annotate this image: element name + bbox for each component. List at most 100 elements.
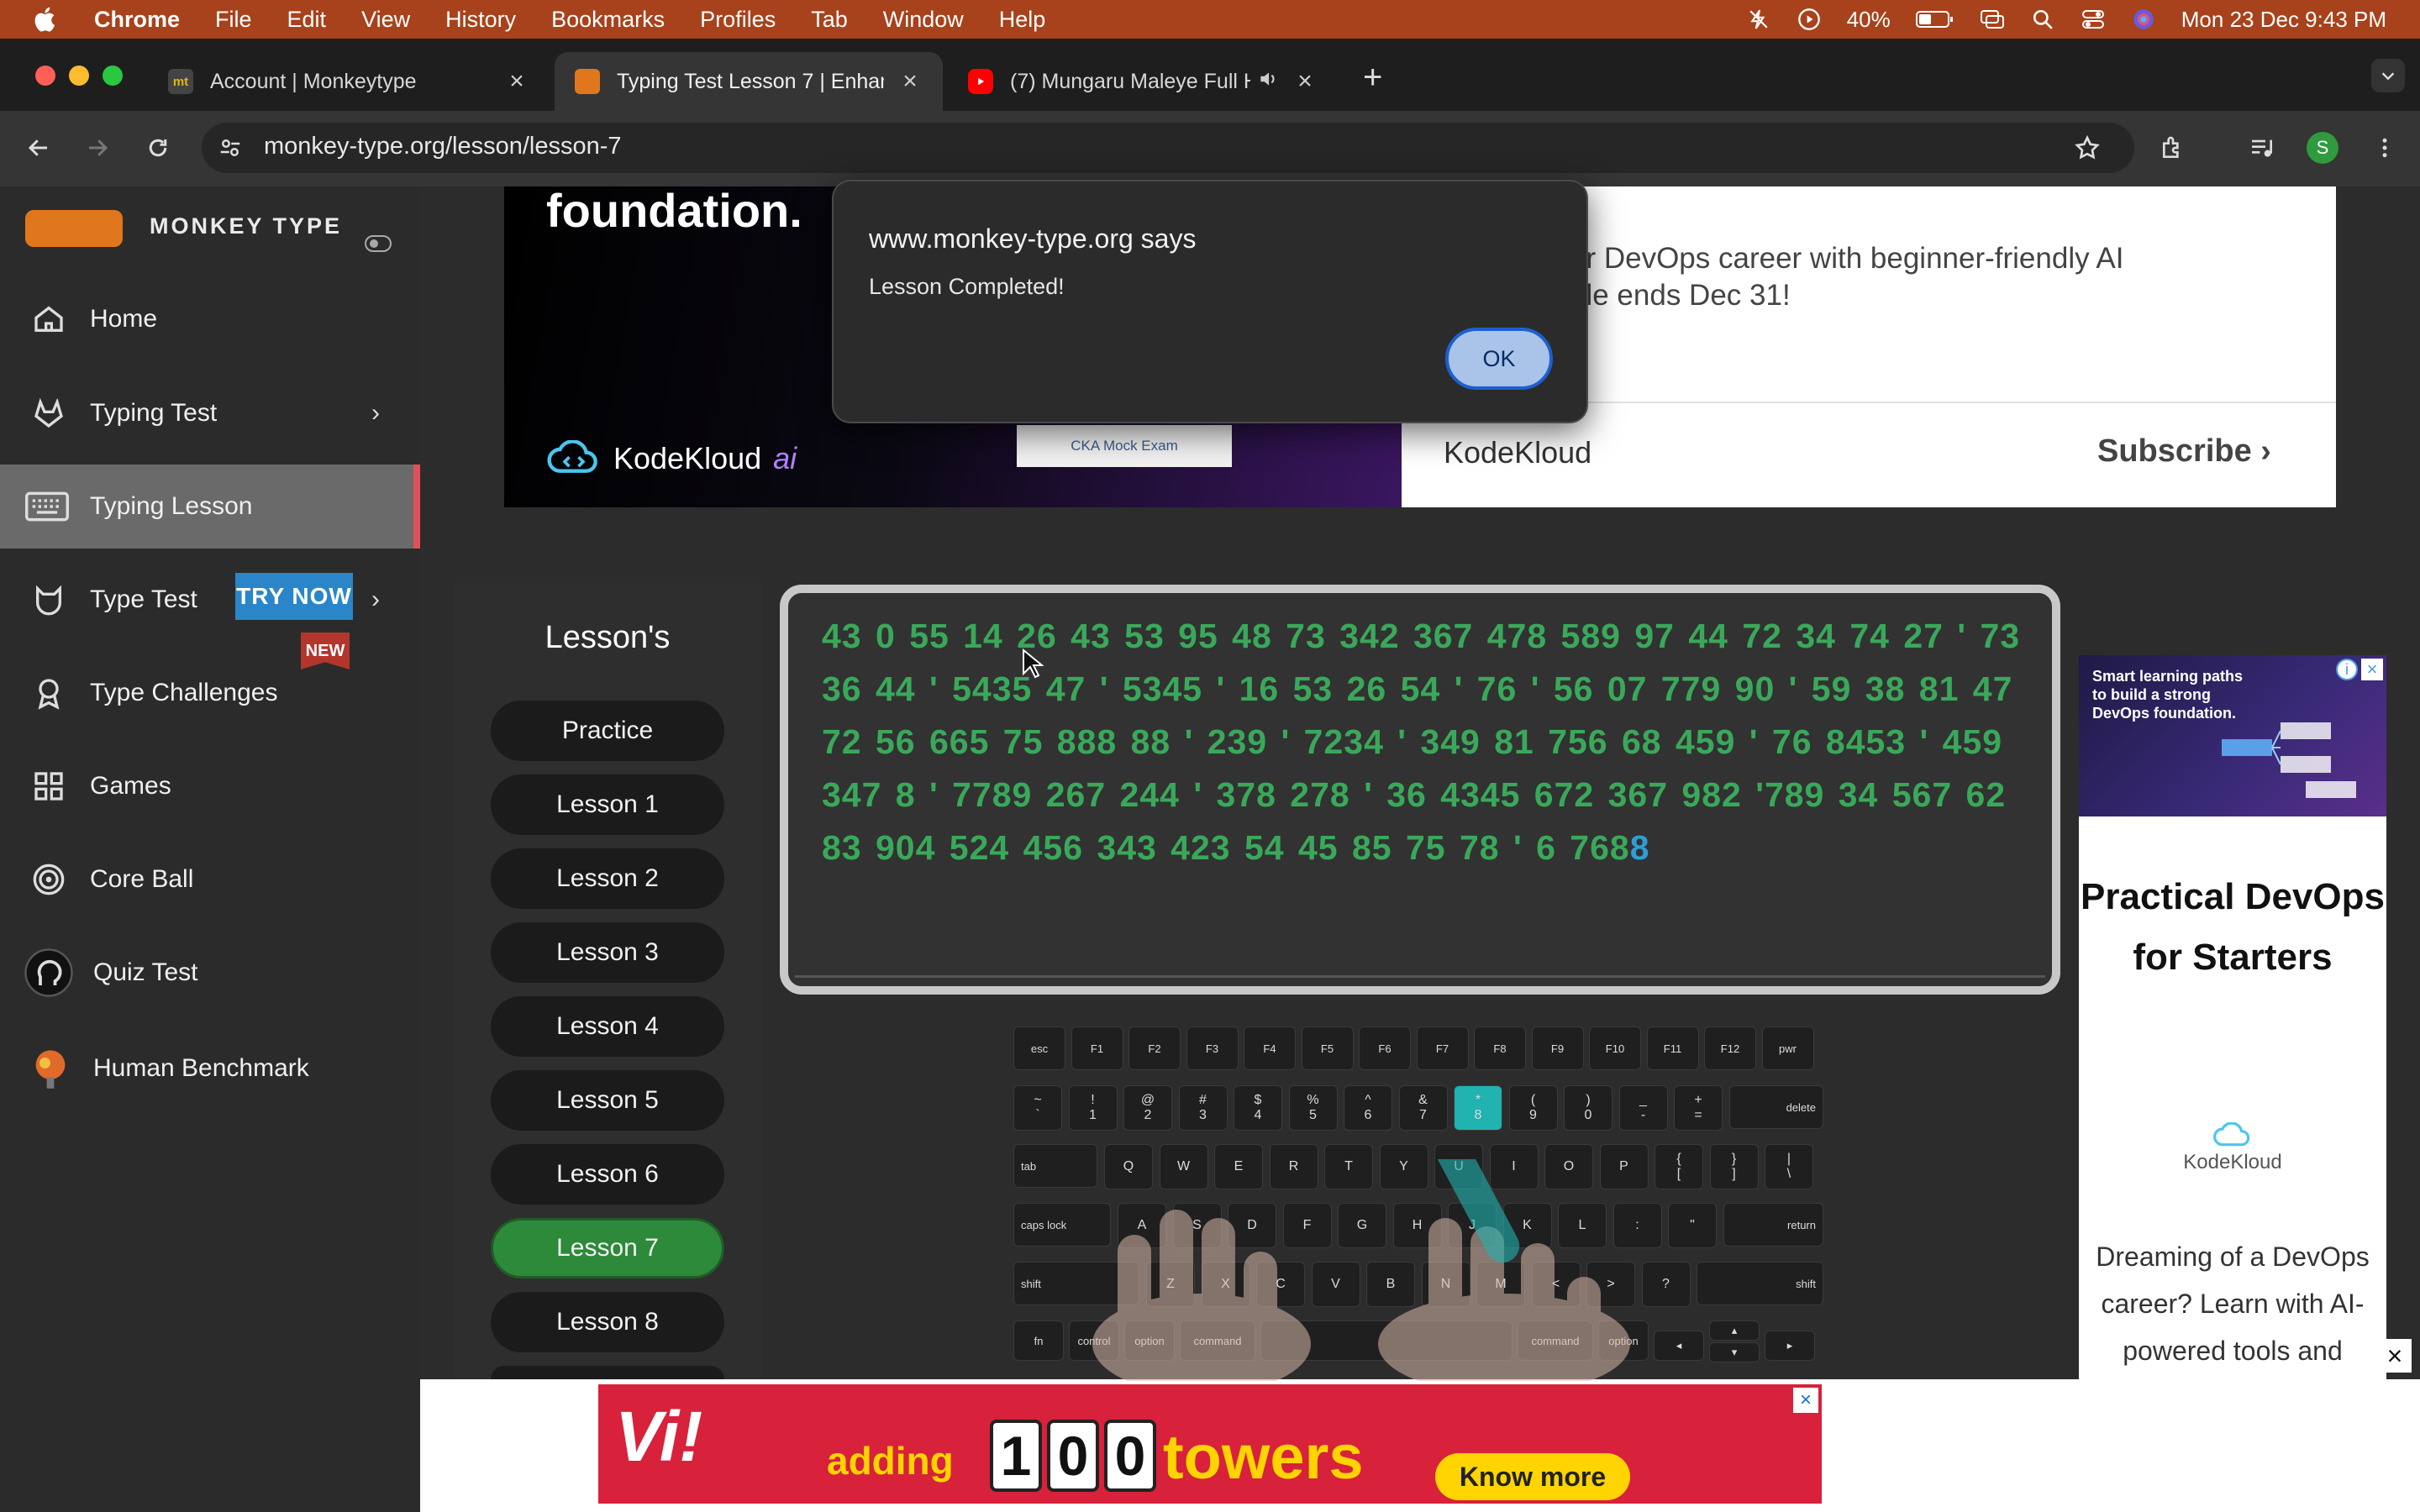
key-f10[interactable]: F10 [1589,1026,1641,1070]
lesson-3-button[interactable]: Lesson 3 [491,922,724,983]
key--[interactable]: _ - [1618,1085,1668,1131]
key-f3[interactable]: F3 [1186,1026,1239,1070]
lesson-5-button[interactable]: Lesson 5 [491,1070,724,1131]
try-now-badge[interactable]: TRY NOW [235,573,353,620]
chrome-menu-icon[interactable] [2368,131,2402,165]
control-center-icon[interactable] [2081,7,2106,32]
lesson-practice-button[interactable]: Practice [491,701,724,761]
play-icon[interactable] [1797,7,1822,32]
key-4[interactable]: $4 [1234,1085,1282,1131]
speaker-icon[interactable] [1257,68,1279,96]
window-minimize-button[interactable] [69,66,89,86]
key-1[interactable]: ! 1 [1068,1085,1118,1131]
lesson-1-button[interactable]: Lesson 1 [491,774,724,835]
key-f12[interactable]: F12 [1704,1026,1756,1070]
key-f2[interactable]: F2 [1128,1026,1181,1070]
key-2[interactable]: @2 [1123,1085,1172,1131]
media-controls-icon[interactable] [2245,131,2279,165]
menu-tab[interactable]: Tab [811,7,848,33]
screen-mirroring-icon[interactable] [1980,7,2005,32]
key-arrow-up[interactable]: ▴ [1709,1320,1760,1341]
ok-button[interactable]: OK [1445,328,1553,390]
ad-info-icon[interactable]: i [2336,659,2358,680]
lesson-7-button[interactable]: Lesson 7 [491,1218,724,1278]
menu-edit[interactable]: Edit [287,7,327,33]
sidebar-item-typing-test[interactable]: Typing Test › [0,371,420,455]
key-fn[interactable]: fn [1013,1320,1064,1361]
lesson-4-button[interactable]: Lesson 4 [491,996,724,1057]
key-bracket-2[interactable]: | \ [1765,1144,1813,1189]
bookmark-star-icon[interactable] [2070,131,2104,165]
apple-logo-icon[interactable] [32,5,60,34]
key-arrow-right[interactable]: ▸ [1765,1331,1815,1361]
site-info-icon[interactable] [213,131,247,165]
key-9[interactable]: (9 [1508,1085,1558,1131]
tab-close-icon[interactable]: × [897,67,923,96]
extensions-icon[interactable] [2156,131,2190,165]
chevron-right-icon[interactable]: › [371,399,380,428]
brand-name[interactable]: MONKEY TYPE [150,213,342,239]
key-5[interactable]: % 5 [1288,1085,1338,1131]
key-f5[interactable]: F5 [1301,1026,1354,1070]
key-pwr[interactable]: pwr [1761,1026,1814,1070]
window-close-button[interactable] [35,66,55,86]
menu-view[interactable]: View [361,7,410,33]
key-bracket-1[interactable]: }] [1709,1144,1759,1189]
sidebar-item-type-test[interactable]: Type Test TRY NOW › [0,558,420,642]
lesson-6-button[interactable]: Lesson 6 [491,1144,724,1205]
tab-typing-lesson[interactable]: Typing Test Lesson 7 | Enhanc × [555,52,943,111]
key-f11[interactable]: F11 [1646,1026,1699,1070]
key-f6[interactable]: F6 [1359,1026,1411,1070]
key-f7[interactable]: F7 [1416,1026,1469,1070]
key-3[interactable]: #3 [1178,1085,1228,1131]
lesson-8-button[interactable]: Lesson 8 [491,1292,724,1352]
key-esc[interactable]: esc [1013,1026,1065,1070]
lesson-9-button-partial[interactable] [491,1366,724,1379]
sidebar-item-type-challenges[interactable]: Type Challenges NEW [0,633,420,735]
tab-monkeytype-account[interactable]: mt Account | Monkeytype × [148,52,550,111]
menu-window[interactable]: Window [883,7,964,33]
chevron-right-icon[interactable]: › [371,585,380,614]
new-tab-button[interactable]: + [1363,59,1382,97]
url-text[interactable]: monkey-type.org/lesson/lesson-7 [264,133,622,160]
sidebar-item-games[interactable]: Games [0,744,420,828]
reload-button[interactable] [141,131,175,165]
right-ad[interactable]: Smart learning paths to build a strong D… [2079,655,2386,1379]
menu-bookmarks[interactable]: Bookmarks [551,7,665,33]
spotlight-search-icon[interactable] [2030,7,2055,32]
key-8[interactable]: * 8 [1454,1085,1502,1131]
theme-toggle-icon[interactable] [365,235,392,252]
key-=[interactable]: + = [1674,1085,1723,1131]
know-more-button[interactable]: Know more [1435,1453,1630,1500]
sidebar-item-home[interactable]: Home [0,277,420,361]
key-return[interactable]: return [1723,1203,1823,1247]
bottom-ad-banner[interactable]: Vi! adding 1 0 0 towers Know more × [598,1384,1822,1504]
window-zoom-button[interactable] [103,66,123,86]
tab-search-button[interactable] [2371,59,2405,92]
key-f8[interactable]: F8 [1474,1026,1526,1070]
menu-help[interactable]: Help [999,7,1046,33]
siri-icon[interactable] [2131,7,2156,32]
menu-chrome[interactable]: Chrome [94,7,180,33]
battery-icon[interactable] [1915,7,1954,32]
tab-close-icon[interactable]: × [1292,67,1318,96]
menu-profiles[interactable]: Profiles [700,7,776,33]
lesson-2-button[interactable]: Lesson 2 [491,848,724,909]
ad-close-icon[interactable]: × [1793,1388,1818,1413]
key-`[interactable]: ~ ` [1013,1085,1062,1131]
monkey-type-logo-icon[interactable] [25,210,123,247]
profile-avatar[interactable]: S [2306,131,2339,165]
bolt-slash-icon[interactable] [1746,7,1771,32]
menu-file[interactable]: File [215,7,252,33]
key-7[interactable]: & 7 [1398,1085,1448,1131]
key-f4[interactable]: F4 [1244,1026,1296,1070]
tab-close-icon[interactable]: × [504,67,529,96]
subscribe-button[interactable]: Subscribe › [2097,433,2271,470]
sidebar-item-quiz-test[interactable]: Quiz Test [0,931,420,1015]
menu-history[interactable]: History [445,7,516,33]
sidebar-item-human-benchmark[interactable]: Human Benchmark [0,1026,420,1110]
sidebar-item-typing-lesson[interactable]: Typing Lesson [0,465,420,549]
sidebar-item-core-ball[interactable]: Core Ball [0,837,420,921]
ad-close-icon[interactable]: × [2361,659,2383,680]
back-button[interactable] [22,131,55,165]
